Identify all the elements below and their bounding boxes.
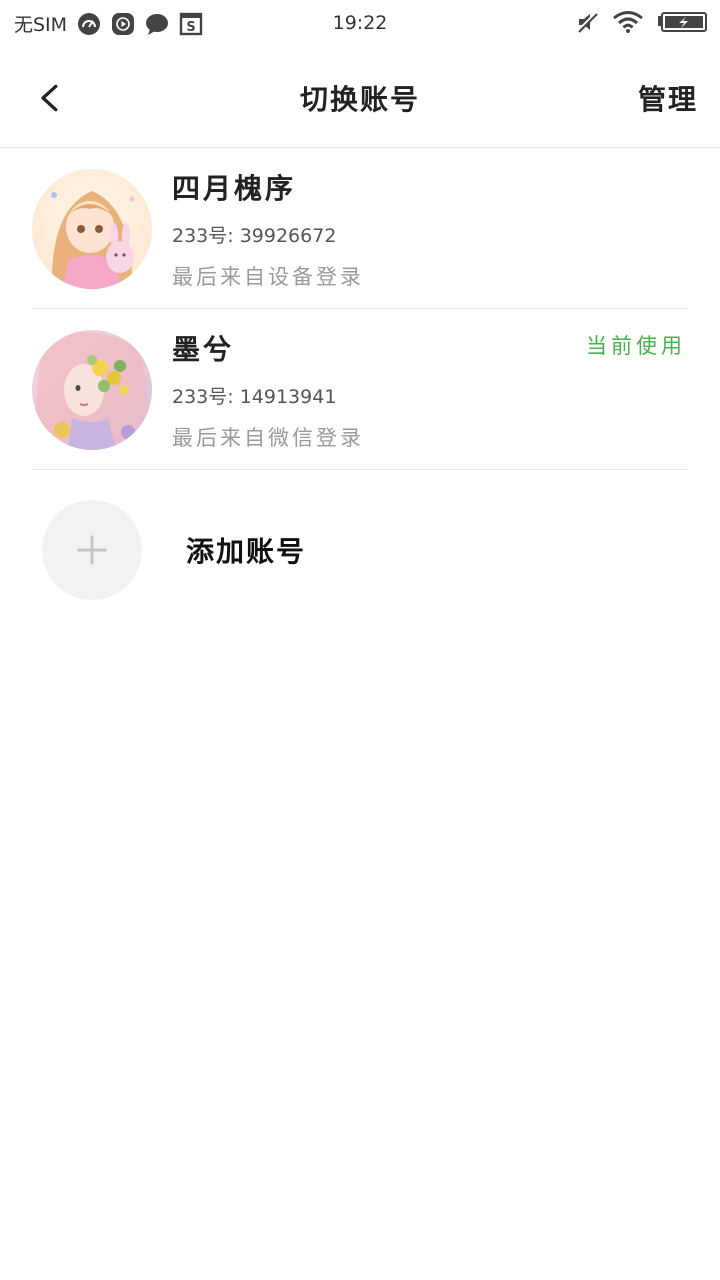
account-item[interactable]: 墨兮 当前使用 233号: 14913941 最后来自微信登录 xyxy=(32,310,688,470)
account-login-source: 最后来自设备登录 xyxy=(172,265,364,289)
header-bar: 切换账号 管理 xyxy=(0,48,720,148)
manage-button[interactable]: 管理 xyxy=(638,78,698,118)
account-id: 233号: 39926672 xyxy=(172,225,337,247)
account-name: 四月槐序 xyxy=(172,172,297,205)
avatar xyxy=(32,330,152,450)
account-login-source: 最后来自微信登录 xyxy=(172,426,364,450)
battery-charging-icon xyxy=(656,10,708,34)
mute-icon xyxy=(576,10,600,34)
status-bar: 无SIM S 19:22 xyxy=(0,0,720,48)
avatar xyxy=(32,169,152,289)
account-name: 墨兮 xyxy=(172,333,235,366)
account-id: 233号: 14913941 xyxy=(172,386,337,408)
add-account-button[interactable]: 添加账号 xyxy=(32,470,688,630)
add-account-circle xyxy=(42,500,142,600)
current-in-use-label: 当前使用 xyxy=(586,334,686,358)
plus-icon xyxy=(77,535,107,565)
page-title: 切换账号 xyxy=(299,83,420,116)
wifi-icon xyxy=(612,10,644,34)
status-bar-right xyxy=(576,10,708,34)
account-item[interactable]: 四月槐序 233号: 39926672 最后来自设备登录 xyxy=(32,149,688,309)
add-account-label: 添加账号 xyxy=(186,535,307,568)
